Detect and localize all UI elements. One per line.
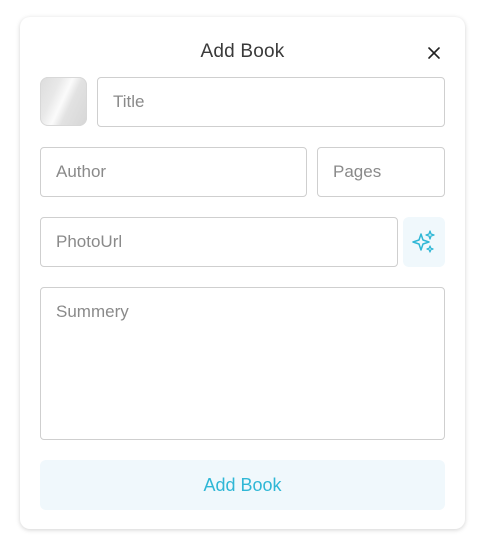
pages-input[interactable] (317, 147, 445, 197)
photo-preview (40, 77, 87, 126)
add-book-button[interactable]: Add Book (40, 460, 445, 510)
dialog-title: Add Book (200, 41, 285, 62)
generate-photo-button[interactable] (403, 217, 445, 267)
close-icon[interactable] (423, 42, 445, 64)
photo-url-input[interactable] (40, 217, 398, 267)
summary-textarea[interactable] (40, 287, 445, 440)
author-input[interactable] (40, 147, 307, 197)
sparkles-icon (412, 230, 435, 253)
title-input[interactable] (97, 77, 445, 127)
add-book-dialog: Add Book Add Book (20, 17, 465, 529)
